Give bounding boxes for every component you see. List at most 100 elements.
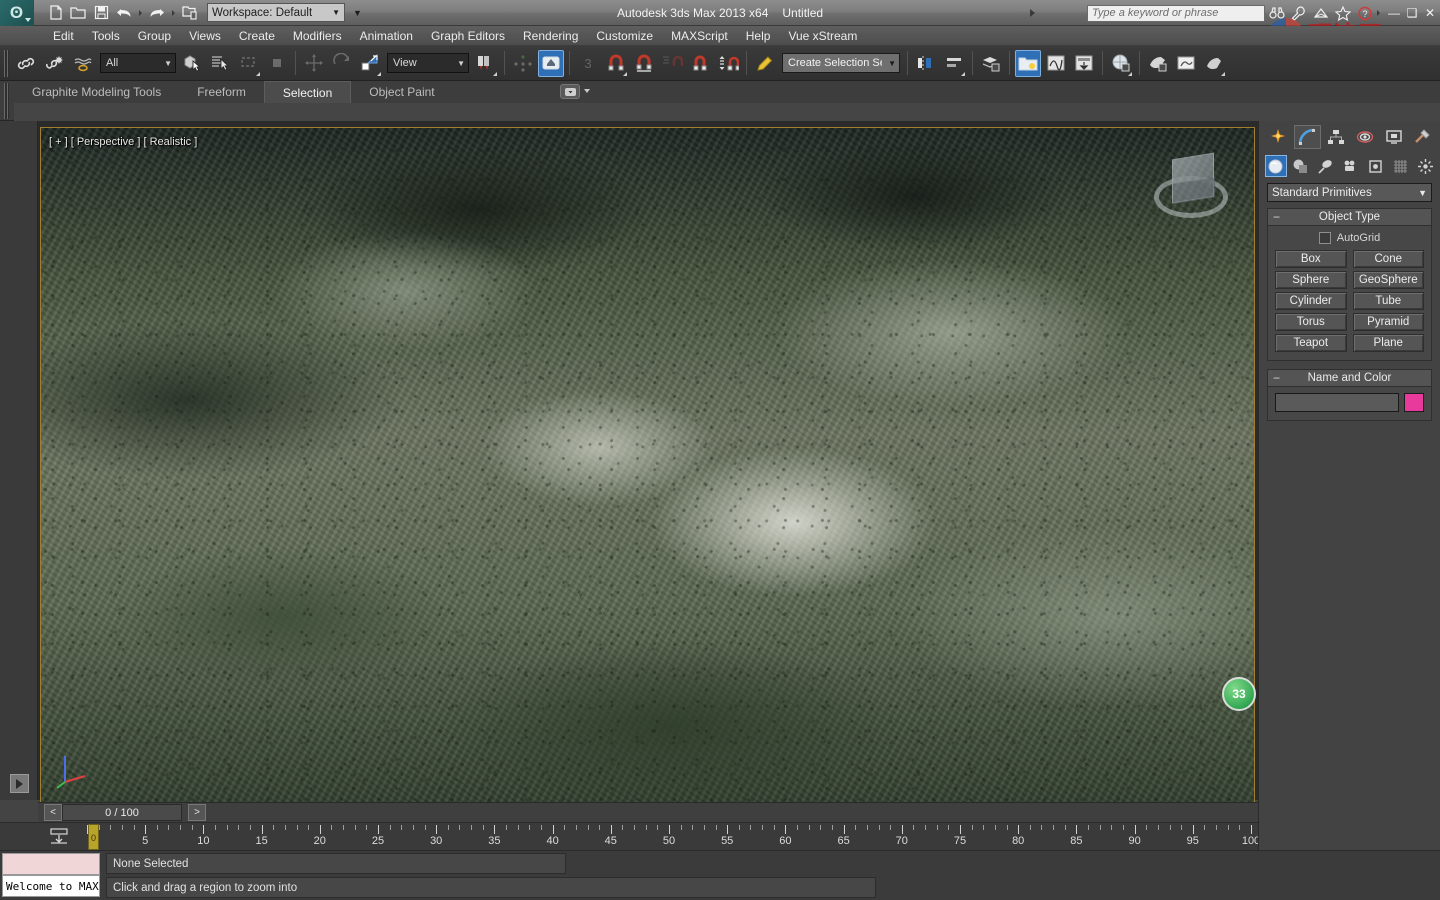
snaps-toggle-button[interactable]	[538, 50, 564, 77]
toolbar-grip[interactable]	[4, 50, 9, 77]
create-cone-button[interactable]: Cone	[1353, 250, 1425, 268]
navigation-progress-badge[interactable]: 33	[1222, 677, 1256, 711]
geometry-type-combo[interactable]: Standard Primitives ▼	[1267, 183, 1432, 202]
redo-button[interactable]	[146, 2, 168, 24]
application-menu-button[interactable]: ʘ	[0, 0, 34, 26]
create-pyramid-button[interactable]: Pyramid	[1353, 313, 1425, 331]
menu-item-customize[interactable]: Customize	[587, 26, 662, 46]
lights-category[interactable]	[1315, 155, 1337, 177]
named-selection-sets-combo[interactable]: Create Selection Set ▼	[782, 53, 900, 73]
window-crossing-button[interactable]	[264, 50, 290, 77]
create-box-button[interactable]: Box	[1275, 250, 1347, 268]
create-tab[interactable]	[1265, 125, 1292, 149]
space-warps-category[interactable]	[1389, 155, 1411, 177]
restore-button[interactable]: ❑	[1404, 3, 1420, 23]
help-question-icon[interactable]: ?	[1355, 3, 1375, 23]
open-file-button[interactable]	[67, 2, 89, 24]
ribbon-tab-graphite-modeling-tools[interactable]: Graphite Modeling Tools	[14, 81, 179, 103]
ribbon-tab-selection[interactable]: Selection	[264, 81, 351, 103]
schematic-view-button[interactable]	[1071, 50, 1097, 77]
ribbon-grip[interactable]	[4, 83, 9, 119]
unlink-selection-button[interactable]	[42, 50, 68, 77]
cameras-category[interactable]	[1340, 155, 1362, 177]
search-input[interactable]: Type a keyword or phrase	[1087, 5, 1265, 22]
hierarchy-tab[interactable]	[1323, 125, 1350, 149]
help-dropdown-arrow-icon[interactable]	[1377, 10, 1380, 16]
menu-item-rendering[interactable]: Rendering	[514, 26, 587, 46]
spinner-snap-toggle-button[interactable]	[659, 50, 685, 77]
create-torus-button[interactable]: Torus	[1275, 313, 1347, 331]
menu-item-tools[interactable]: Tools	[83, 26, 129, 46]
ribbon-tab-object-paint[interactable]: Object Paint	[351, 81, 452, 103]
systems-category[interactable]	[1414, 155, 1436, 177]
object-type-header[interactable]: − Object Type	[1268, 209, 1431, 226]
select-by-name-button[interactable]	[208, 50, 234, 77]
open-mini-curve-editor-button[interactable]	[48, 826, 70, 846]
workspace-selector[interactable]: Workspace: Default ▼	[207, 3, 345, 22]
display-tab[interactable]	[1380, 125, 1407, 149]
material-editor-button[interactable]	[1108, 50, 1134, 77]
object-color-swatch[interactable]	[1404, 393, 1424, 412]
favorites-star-icon[interactable]	[1333, 3, 1353, 23]
toggle-ribbon-button[interactable]	[1015, 50, 1041, 77]
minimize-button[interactable]: —	[1386, 3, 1402, 23]
menu-item-modifiers[interactable]: Modifiers	[284, 26, 351, 46]
menu-item-graph-editors[interactable]: Graph Editors	[422, 26, 514, 46]
menu-item-vue-xstream[interactable]: Vue xStream	[779, 26, 866, 46]
snap-magnet-button[interactable]	[687, 50, 713, 77]
geometry-category[interactable]	[1265, 155, 1287, 177]
edit-named-selection-sets-button[interactable]	[752, 50, 778, 77]
reference-coordinate-system-combo[interactable]: View ▼	[387, 53, 469, 73]
render-setup-button[interactable]	[1145, 50, 1171, 77]
create-plane-button[interactable]: Plane	[1353, 334, 1425, 352]
viewport-label[interactable]: [ + ] [ Perspective ] [ Realistic ]	[49, 136, 197, 148]
motion-tab[interactable]	[1351, 125, 1378, 149]
menu-item-views[interactable]: Views	[180, 26, 230, 46]
redo-dropdown-arrow-icon[interactable]	[172, 10, 175, 16]
select-and-scale-button[interactable]	[357, 50, 383, 77]
render-production-button[interactable]	[1201, 50, 1227, 77]
angle-snap-toggle-button[interactable]	[603, 50, 629, 77]
curve-editor-button[interactable]	[1043, 50, 1069, 77]
object-name-input[interactable]	[1275, 393, 1399, 412]
close-button[interactable]: ✕	[1422, 3, 1438, 23]
save-file-button[interactable]	[90, 2, 112, 24]
create-cylinder-button[interactable]: Cylinder	[1275, 292, 1347, 310]
align-button[interactable]	[941, 50, 967, 77]
create-geosphere-button[interactable]: GeoSphere	[1353, 271, 1425, 289]
workspace-dropdown-button[interactable]: ▼	[353, 8, 362, 18]
track-bar-playhead[interactable]: 0	[88, 824, 99, 850]
select-and-rotate-button[interactable]	[329, 50, 355, 77]
collapse-icon[interactable]: −	[1273, 211, 1280, 223]
modify-tab[interactable]	[1294, 125, 1321, 149]
wrench-icon[interactable]	[1289, 3, 1309, 23]
ribbon-display-mode-icon[interactable]	[560, 84, 580, 99]
ribbon-tab-freeform[interactable]: Freeform	[179, 81, 264, 103]
chevron-down-icon[interactable]	[584, 89, 590, 93]
expand-panel-button[interactable]	[10, 774, 29, 793]
name-and-color-header[interactable]: − Name and Color	[1268, 370, 1431, 387]
select-region-button[interactable]	[236, 50, 262, 77]
menu-item-maxscript[interactable]: MAXScript	[662, 26, 737, 46]
helpers-category[interactable]	[1364, 155, 1386, 177]
set-project-folder-button[interactable]	[179, 2, 201, 24]
create-tube-button[interactable]: Tube	[1353, 292, 1425, 310]
bind-to-space-warp-button[interactable]	[70, 50, 96, 77]
expand-title-arrow-icon[interactable]	[1030, 9, 1035, 17]
track-bar-ruler[interactable]: 5101520253035404550556065707580859095100	[80, 823, 1258, 851]
create-sphere-button[interactable]: Sphere	[1275, 271, 1347, 289]
menu-item-help[interactable]: Help	[737, 26, 780, 46]
snap-toggle-3d-button[interactable]: 3	[575, 50, 601, 77]
menu-item-animation[interactable]: Animation	[351, 26, 422, 46]
selection-filter-combo[interactable]: All ▼	[100, 53, 176, 73]
perspective-viewport[interactable]: [ + ] [ Perspective ] [ Realistic ]	[40, 127, 1255, 809]
view-cube[interactable]	[1152, 150, 1232, 228]
time-slider-next-button[interactable]: >	[188, 804, 206, 821]
select-and-manipulate-button[interactable]	[510, 50, 536, 77]
undo-button[interactable]	[113, 2, 135, 24]
menu-item-group[interactable]: Group	[129, 26, 180, 46]
select-object-button[interactable]	[180, 50, 206, 77]
autogrid-checkbox[interactable]	[1319, 232, 1331, 244]
new-file-button[interactable]	[44, 2, 66, 24]
layer-manager-button[interactable]	[978, 50, 1004, 77]
